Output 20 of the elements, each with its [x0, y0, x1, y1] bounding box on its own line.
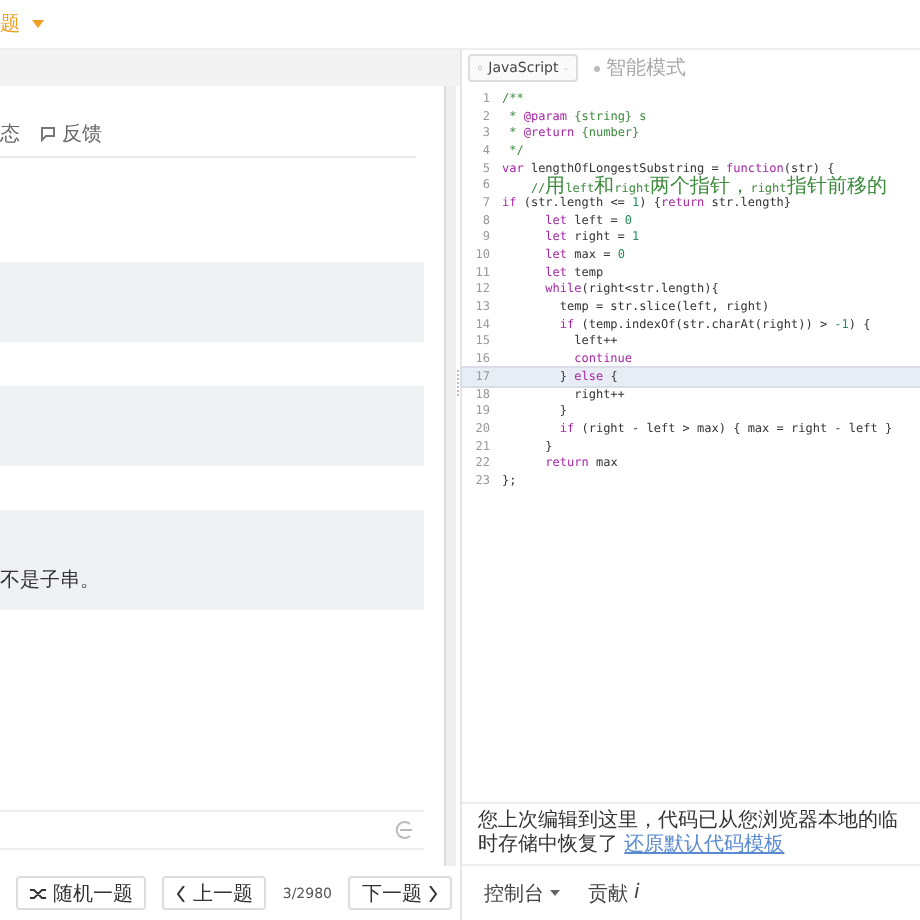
panel-tab[interactable]: 反馈	[40, 119, 102, 147]
scrollbar[interactable]	[444, 86, 456, 866]
panel-tab[interactable]: 态	[0, 119, 20, 147]
console-toggle[interactable]: 控制台	[484, 879, 560, 907]
title-fragment: 题	[0, 12, 20, 38]
drag-handle-icon[interactable]	[456, 370, 460, 398]
restore-template-link[interactable]: 还原默认代码模板	[624, 834, 785, 856]
chevron-left-icon	[176, 885, 187, 901]
shuffle-icon	[30, 887, 47, 899]
restore-notice: 您上次编辑到这里，代码已从您浏览器本地的临时存储中恢复了 还原默认代码模板	[462, 802, 920, 866]
caret-icon	[550, 890, 560, 896]
random-button[interactable]: 随机一题	[16, 876, 147, 910]
dot-icon	[594, 65, 600, 71]
previous-button[interactable]: 上一题	[162, 876, 267, 910]
caret-icon[interactable]	[32, 20, 44, 28]
next-button[interactable]: 下一题	[348, 876, 452, 910]
answer-text: 不是子串。	[0, 510, 424, 610]
input-field[interactable]	[0, 810, 424, 850]
contribute-link[interactable]: 贡献 i	[588, 879, 640, 907]
chevron-right-icon	[428, 885, 438, 901]
